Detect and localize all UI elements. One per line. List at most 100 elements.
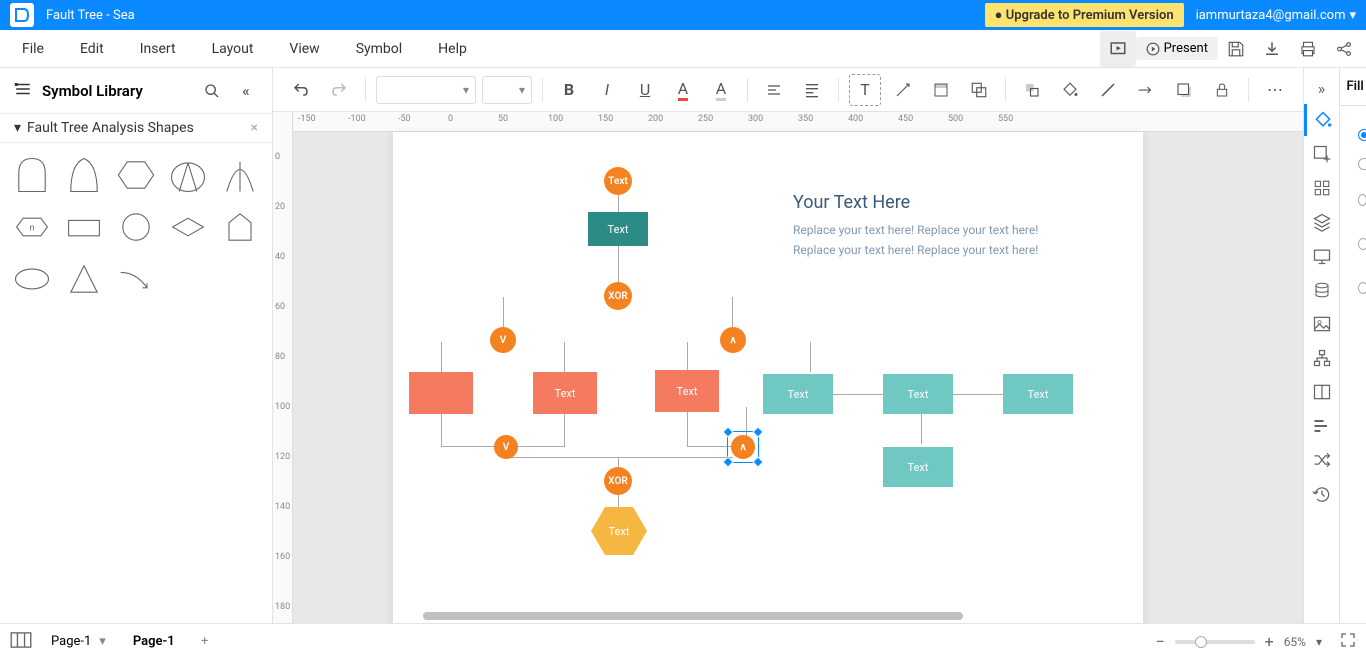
- add-shape-icon[interactable]: [1304, 138, 1340, 170]
- text-tool-button[interactable]: T: [849, 74, 881, 106]
- shape-arch[interactable]: [218, 153, 262, 197]
- download-button[interactable]: [1254, 31, 1290, 67]
- layers-icon[interactable]: [1304, 206, 1340, 238]
- history-icon[interactable]: [1304, 478, 1340, 510]
- connector[interactable]: [503, 457, 733, 458]
- page-select[interactable]: Page-1 ▾: [44, 631, 113, 652]
- node-v2[interactable]: V: [494, 435, 518, 459]
- node-teal-rect[interactable]: Text: [588, 212, 648, 246]
- image-icon[interactable]: [1304, 308, 1340, 340]
- node-coral2[interactable]: Text: [533, 372, 597, 414]
- menu-layout[interactable]: Layout: [194, 33, 272, 65]
- underline-button[interactable]: U: [629, 74, 661, 106]
- shape-undeveloped[interactable]: [62, 153, 106, 197]
- menu-view[interactable]: View: [271, 33, 337, 65]
- zoom-value[interactable]: 65%: [1284, 635, 1306, 649]
- shape-hex-small[interactable]: n: [10, 205, 54, 249]
- zoom-out-button[interactable]: −: [1155, 632, 1164, 651]
- grid-icon[interactable]: [1304, 172, 1340, 204]
- collapse-sidebar-icon[interactable]: «: [234, 79, 258, 103]
- node-top[interactable]: Text: [604, 167, 632, 195]
- canvas[interactable]: Your Text Here Replace your text here! R…: [293, 132, 1303, 623]
- node-v1[interactable]: V: [490, 327, 516, 353]
- connector[interactable]: [951, 394, 1011, 395]
- print-button[interactable]: [1290, 31, 1326, 67]
- line-button[interactable]: [1092, 74, 1124, 106]
- shuffle-icon[interactable]: [1304, 444, 1340, 476]
- font-size-select[interactable]: ▾: [482, 76, 532, 104]
- fill-nofill[interactable]: No Fill: [1358, 120, 1366, 149]
- theme-icon[interactable]: [1304, 104, 1340, 136]
- fill-button[interactable]: [1054, 74, 1086, 106]
- zoom-in-button[interactable]: +: [1265, 632, 1274, 651]
- highlight-button[interactable]: A: [705, 74, 737, 106]
- connector-button[interactable]: [887, 74, 919, 106]
- slideshow-button[interactable]: [1100, 31, 1136, 67]
- page-tab[interactable]: Page-1: [125, 630, 183, 653]
- align-button[interactable]: [758, 74, 790, 106]
- shape-house[interactable]: [218, 205, 262, 249]
- menu-insert[interactable]: Insert: [122, 33, 194, 65]
- node-hex[interactable]: Text: [591, 507, 647, 555]
- node-xor2[interactable]: XOR: [604, 467, 632, 495]
- node-coral3[interactable]: Text: [655, 370, 719, 412]
- canvas-inner[interactable]: -150 -100 -50 0 50 100 150 200 250 300 3…: [293, 112, 1303, 623]
- shape-rect[interactable]: [62, 205, 106, 249]
- fill-gradient[interactable]: Gradient Fill: [1358, 178, 1366, 222]
- pages-view-icon[interactable]: [10, 632, 32, 652]
- shape-ellipse[interactable]: [10, 257, 54, 301]
- save-button[interactable]: [1218, 31, 1254, 67]
- redo-button[interactable]: [323, 74, 355, 106]
- fill-picture[interactable]: Picture Fill: [1358, 266, 1366, 310]
- shape-curve[interactable]: [114, 257, 158, 301]
- menu-edit[interactable]: Edit: [62, 33, 122, 65]
- zoom-slider[interactable]: [1175, 640, 1255, 644]
- lock-button[interactable]: [1206, 74, 1238, 106]
- shape-basic-event[interactable]: [10, 153, 54, 197]
- hierarchy-icon[interactable]: [1304, 342, 1340, 374]
- node-xor1[interactable]: XOR: [604, 282, 632, 310]
- collapse-panel-icon[interactable]: »: [1304, 74, 1340, 102]
- shape-triangle[interactable]: [62, 257, 106, 301]
- connector[interactable]: [921, 412, 922, 444]
- tab-fill[interactable]: Fill: [1340, 68, 1366, 105]
- menu-help[interactable]: Help: [420, 33, 485, 65]
- node-cyan3[interactable]: Text: [1003, 374, 1073, 414]
- shape-tent[interactable]: [166, 153, 210, 197]
- text-block[interactable]: Your Text Here Replace your text here! R…: [793, 192, 1038, 263]
- share-button[interactable]: [1326, 31, 1362, 67]
- close-category-icon[interactable]: ×: [251, 120, 258, 136]
- gantt-icon[interactable]: [1304, 410, 1340, 442]
- shape-diamond[interactable]: [166, 205, 210, 249]
- scrollbar-h[interactable]: [423, 609, 1023, 623]
- more-button[interactable]: ⋯: [1259, 74, 1291, 106]
- connector[interactable]: [618, 194, 619, 212]
- node-and1[interactable]: ∧: [720, 327, 746, 353]
- add-page-button[interactable]: +: [195, 632, 215, 652]
- italic-button[interactable]: I: [591, 74, 623, 106]
- fill-pattern[interactable]: Pattern Fill: [1358, 222, 1366, 266]
- search-icon[interactable]: [200, 79, 224, 103]
- arrange-button[interactable]: [1016, 74, 1048, 106]
- menu-file[interactable]: File: [4, 33, 62, 65]
- bold-button[interactable]: B: [553, 74, 585, 106]
- font-color-button[interactable]: A: [667, 74, 699, 106]
- shadow-button[interactable]: [1168, 74, 1200, 106]
- node-coral1[interactable]: [409, 372, 473, 414]
- container-button[interactable]: [925, 74, 957, 106]
- connector[interactable]: [831, 394, 891, 395]
- user-menu[interactable]: iammurtaza4@gmail.com ▾: [1196, 8, 1356, 23]
- upgrade-button[interactable]: ● Upgrade to Premium Version: [985, 3, 1184, 27]
- node-cyan2[interactable]: Text: [883, 374, 953, 414]
- presentation-icon[interactable]: [1304, 240, 1340, 272]
- library-category[interactable]: ▾ Fault Tree Analysis Shapes ×: [0, 114, 272, 143]
- group-button[interactable]: [963, 74, 995, 106]
- fill-solid[interactable]: Solid Fill: [1358, 149, 1366, 178]
- shape-circle[interactable]: [114, 205, 158, 249]
- line-style-button[interactable]: [1130, 74, 1162, 106]
- columns-icon[interactable]: [1304, 376, 1340, 408]
- node-cyan4[interactable]: Text: [883, 447, 953, 487]
- menu-symbol[interactable]: Symbol: [338, 33, 420, 65]
- connector[interactable]: [687, 342, 811, 372]
- node-cyan1[interactable]: Text: [763, 374, 833, 414]
